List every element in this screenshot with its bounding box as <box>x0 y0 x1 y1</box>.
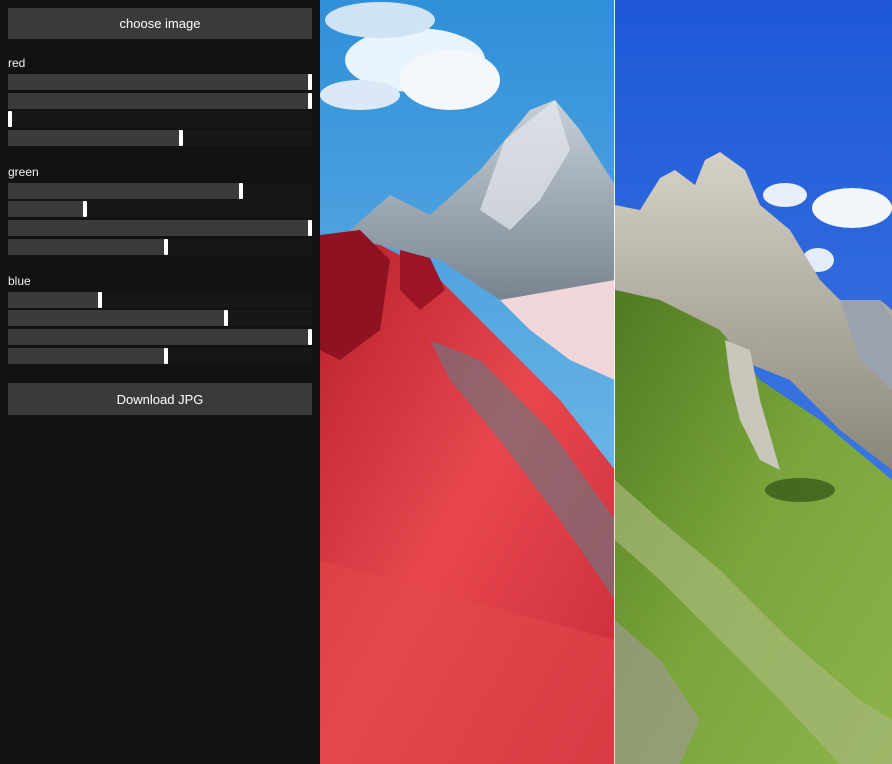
blue-group-label: blue <box>8 274 31 288</box>
slider-thumb[interactable] <box>308 220 312 236</box>
slider-thumb[interactable] <box>308 93 312 109</box>
slider-thumb[interactable] <box>308 329 312 345</box>
choose-image-button[interactable]: choose image <box>8 8 312 39</box>
slider-thumb[interactable] <box>179 130 183 146</box>
red-slider-1[interactable] <box>8 74 312 90</box>
slider-thumb[interactable] <box>239 183 243 199</box>
green-slider-3[interactable] <box>8 220 312 236</box>
green-slider-1[interactable] <box>8 183 312 199</box>
blue-slider-3[interactable] <box>8 329 312 345</box>
green-group-label: green <box>8 165 39 179</box>
blue-slider-1[interactable] <box>8 292 312 308</box>
slider-thumb[interactable] <box>164 348 168 364</box>
original-image <box>615 0 892 764</box>
red-slider-3[interactable] <box>8 111 312 127</box>
slider-thumb[interactable] <box>98 292 102 308</box>
slider-fill <box>8 74 310 90</box>
image-comparison-viewer[interactable] <box>320 0 892 764</box>
slider-thumb[interactable] <box>308 74 312 90</box>
blue-slider-2[interactable] <box>8 310 312 326</box>
slider-fill <box>8 239 166 255</box>
slider-fill <box>8 220 310 236</box>
slider-fill <box>8 183 241 199</box>
slider-fill <box>8 130 181 146</box>
slider-thumb[interactable] <box>83 201 87 217</box>
slider-fill <box>8 292 100 308</box>
slider-fill <box>8 93 310 109</box>
processed-image <box>320 0 615 764</box>
slider-fill <box>8 310 226 326</box>
red-slider-2[interactable] <box>8 93 312 109</box>
green-slider-2[interactable] <box>8 201 312 217</box>
slider-fill <box>8 348 166 364</box>
slider-fill <box>8 201 85 217</box>
download-jpg-button[interactable]: Download JPG <box>8 383 312 415</box>
comparison-divider[interactable] <box>614 0 615 764</box>
control-panel: choose image red green blue Download JPG <box>0 0 320 764</box>
red-slider-4[interactable] <box>8 130 312 146</box>
comparison-image <box>320 0 892 764</box>
slider-fill <box>8 329 310 345</box>
blue-slider-4[interactable] <box>8 348 312 364</box>
slider-thumb[interactable] <box>8 111 12 127</box>
slider-thumb[interactable] <box>164 239 168 255</box>
green-slider-4[interactable] <box>8 239 312 255</box>
slider-thumb[interactable] <box>224 310 228 326</box>
red-group-label: red <box>8 56 26 70</box>
